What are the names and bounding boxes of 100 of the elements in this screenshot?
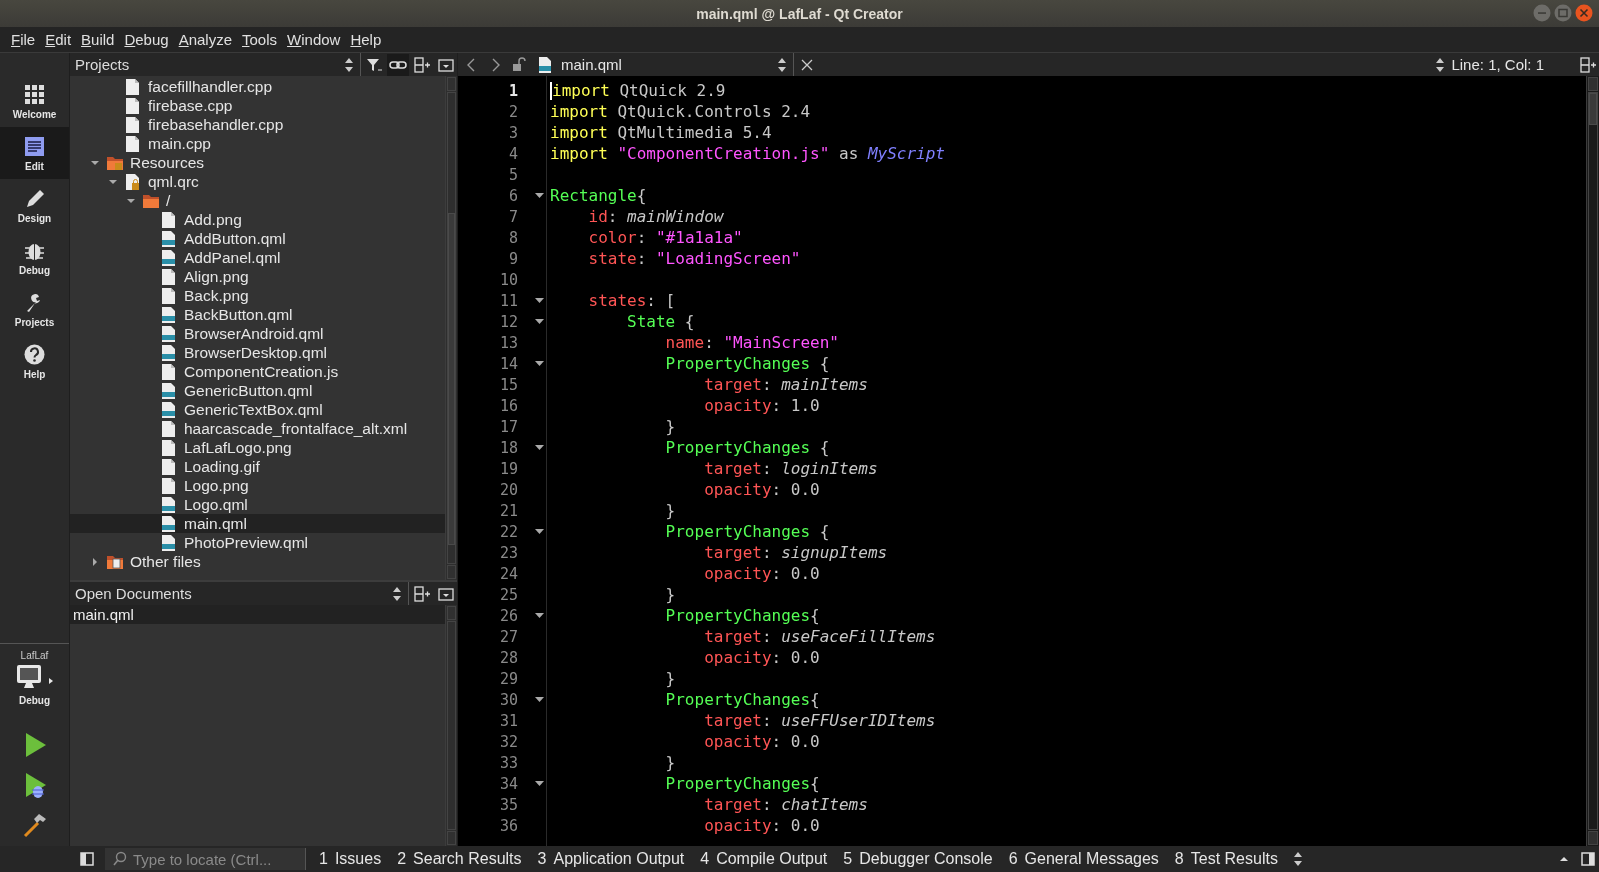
menu-item[interactable]: File — [6, 31, 41, 48]
line-number: 18 — [499, 438, 518, 457]
qml-file-icon — [160, 324, 177, 343]
tree-item[interactable]: AddPanel.qml — [70, 248, 445, 267]
tree-item[interactable]: Logo.png — [70, 476, 445, 495]
tree-item[interactable]: GenericButton.qml — [70, 381, 445, 400]
fold-arrow-icon[interactable] — [534, 695, 544, 704]
scrollbar-thumb[interactable] — [448, 213, 455, 545]
edit-mode-icon — [22, 134, 47, 159]
line-number: 30 — [499, 690, 518, 709]
tree-item[interactable]: firebase.cpp — [70, 96, 445, 115]
menu-item[interactable]: Debug — [119, 31, 174, 48]
code-token: name — [664, 333, 705, 352]
cursor-position-combo[interactable]: Line: 1, Col: 1 — [1429, 53, 1574, 76]
fold-arrow-icon[interactable] — [534, 317, 544, 326]
fold-arrow-icon[interactable] — [534, 527, 544, 536]
file-icon — [160, 286, 177, 305]
locator-field[interactable]: Type to locate (Ctrl... — [105, 848, 306, 870]
tree-item[interactable]: BrowserAndroid.qml — [70, 324, 445, 343]
tree-item[interactable]: Align.png — [70, 267, 445, 286]
fold-arrow-icon[interactable] — [534, 191, 544, 200]
code-token: PropertyChanges — [664, 606, 811, 625]
code-token: target — [703, 375, 762, 394]
line-number: 21 — [499, 501, 518, 520]
tree-item[interactable]: main.qml — [70, 514, 445, 533]
file-icon — [160, 210, 177, 229]
fold-arrow-icon[interactable] — [534, 359, 544, 368]
line-number: 22 — [499, 522, 518, 541]
output-pane-button[interactable]: 1 Issues — [312, 847, 389, 871]
menu-item[interactable]: Tools — [237, 31, 283, 48]
menu-item[interactable]: Window — [282, 31, 346, 48]
line-number: 26 — [499, 606, 518, 625]
mode-button[interactable]: Debug — [0, 231, 69, 283]
tree-item[interactable]: PhotoPreview.qml — [70, 533, 445, 552]
line-number: 19 — [499, 459, 518, 478]
output-pane-button[interactable]: 3 Application Output — [530, 847, 692, 871]
tree-item[interactable]: GenericTextBox.qml — [70, 400, 445, 419]
close-button[interactable] — [1575, 4, 1593, 22]
tree-item[interactable]: BrowserDesktop.qml — [70, 343, 445, 362]
line-number: 5 — [508, 165, 518, 184]
collapsed-arrow-icon[interactable] — [90, 556, 100, 567]
output-pane-button[interactable]: 5 Debugger Console — [836, 847, 1000, 871]
tree-item[interactable]: / — [70, 191, 445, 210]
code-token: id — [587, 207, 608, 226]
menu-item[interactable]: Analyze — [173, 31, 237, 48]
tree-item[interactable]: ComponentCreation.js — [70, 362, 445, 381]
tree-item[interactable]: AddButton.qml — [70, 229, 445, 248]
mode-button[interactable]: Welcome — [0, 75, 69, 127]
tree-item[interactable]: Loading.gif — [70, 457, 445, 476]
line-number: 12 — [499, 312, 518, 331]
tree-item[interactable]: Back.png — [70, 286, 445, 305]
mode-button[interactable]: Projects — [0, 283, 69, 335]
tree-item[interactable]: facefillhandler.cpp — [70, 77, 445, 96]
menu-item[interactable]: Build — [76, 31, 120, 48]
fold-arrow-icon[interactable] — [534, 443, 544, 452]
code-token: PropertyChanges — [664, 774, 811, 793]
menu-item[interactable]: Help — [345, 31, 387, 48]
fold-arrow-icon[interactable] — [534, 779, 544, 788]
code-token: { — [818, 522, 830, 541]
link-icon[interactable] — [387, 53, 409, 76]
code-token: : — [704, 333, 714, 352]
file-icon — [160, 476, 177, 495]
tree-item[interactable]: LafLafLogo.png — [70, 438, 445, 457]
scrollbar-thumb[interactable] — [1589, 93, 1597, 125]
line-number: 6 — [508, 186, 518, 205]
line-number: 24 — [499, 564, 518, 583]
line-number: 11 — [499, 291, 518, 310]
target-selector[interactable]: Debug — [12, 663, 57, 706]
code-token: states — [587, 291, 647, 310]
fold-arrow-icon[interactable] — [534, 296, 544, 305]
tree-item[interactable]: BackButton.qml — [70, 305, 445, 324]
line-number: 7 — [508, 207, 518, 226]
code-token: { — [818, 354, 830, 373]
line-number: 16 — [499, 396, 518, 415]
mode-button[interactable]: Help — [0, 335, 69, 387]
code-token: import — [552, 81, 610, 100]
line-number: 15 — [499, 375, 518, 394]
line-number: 33 — [499, 753, 518, 772]
code-token: : 0.0 — [771, 732, 820, 751]
tree-item[interactable]: Add.png — [70, 210, 445, 229]
window-title: main.qml @ LafLaf - Qt Creator — [696, 5, 903, 22]
tree-item[interactable]: haarcascade_frontalface_alt.xml — [70, 419, 445, 438]
menu-item[interactable]: Edit — [40, 31, 77, 48]
fold-arrow-icon[interactable] — [534, 611, 544, 620]
tree-item[interactable]: Logo.qml — [70, 495, 445, 514]
code-token: target — [703, 711, 762, 730]
output-pane-button[interactable]: 6 General Messages — [1001, 847, 1166, 871]
open-document-item[interactable]: main.qml — [70, 605, 445, 624]
mode-button[interactable]: Design — [0, 179, 69, 231]
code-token: target — [703, 627, 762, 646]
output-pane-button[interactable]: 4 Compile Output — [693, 847, 835, 871]
tree-item[interactable]: qml.qrc — [70, 172, 445, 191]
output-pane-button[interactable]: 2 Search Results — [390, 847, 529, 871]
mode-button[interactable]: Edit — [0, 127, 69, 179]
output-pane-button[interactable]: 8 Test Results — [1167, 847, 1285, 871]
tree-item[interactable]: main.cpp — [70, 134, 445, 153]
code-token: target — [703, 543, 762, 562]
tree-item[interactable]: Resources — [70, 153, 445, 172]
tree-item[interactable]: Other files — [70, 552, 445, 571]
tree-item[interactable]: firebasehandler.cpp — [70, 115, 445, 134]
